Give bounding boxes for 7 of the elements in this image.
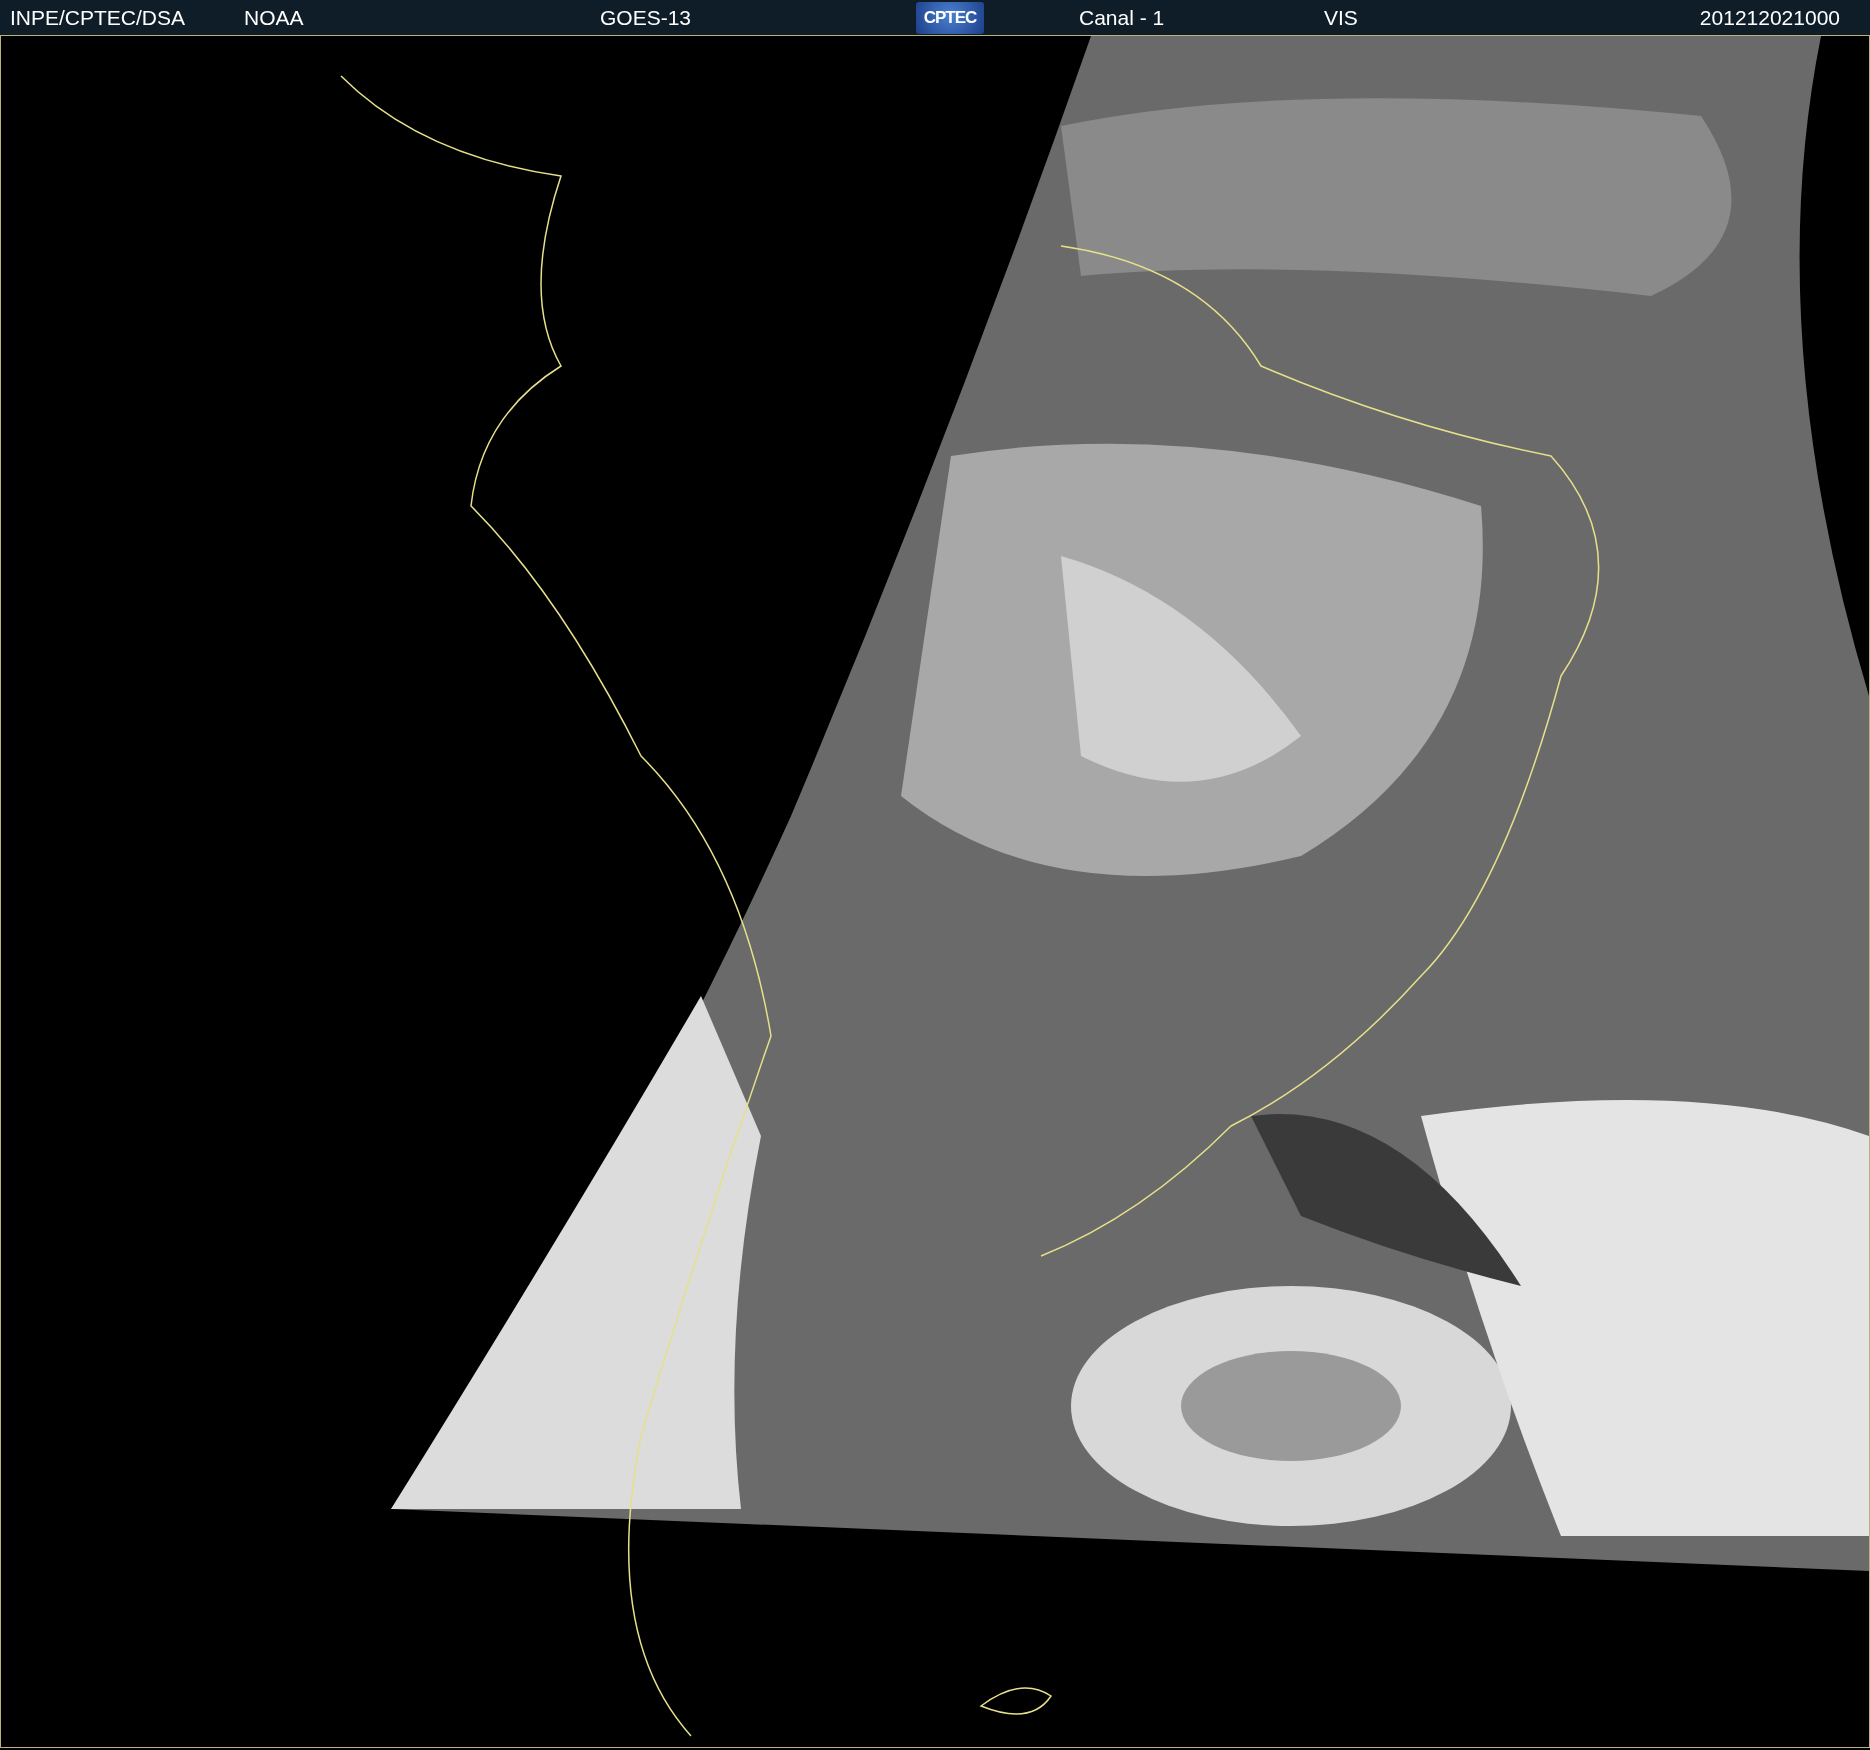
header-text: GOES-13 bbox=[600, 5, 693, 30]
header-text: VIS bbox=[1324, 5, 1359, 30]
header-text: NOAA bbox=[244, 5, 305, 30]
header-text: 201212021000 bbox=[1699, 5, 1840, 30]
logo: CPTEC bbox=[916, 1, 984, 34]
header-text: INPE/CPTEC/DSA bbox=[10, 5, 187, 30]
header-text: Canal - 1 bbox=[1079, 5, 1166, 30]
